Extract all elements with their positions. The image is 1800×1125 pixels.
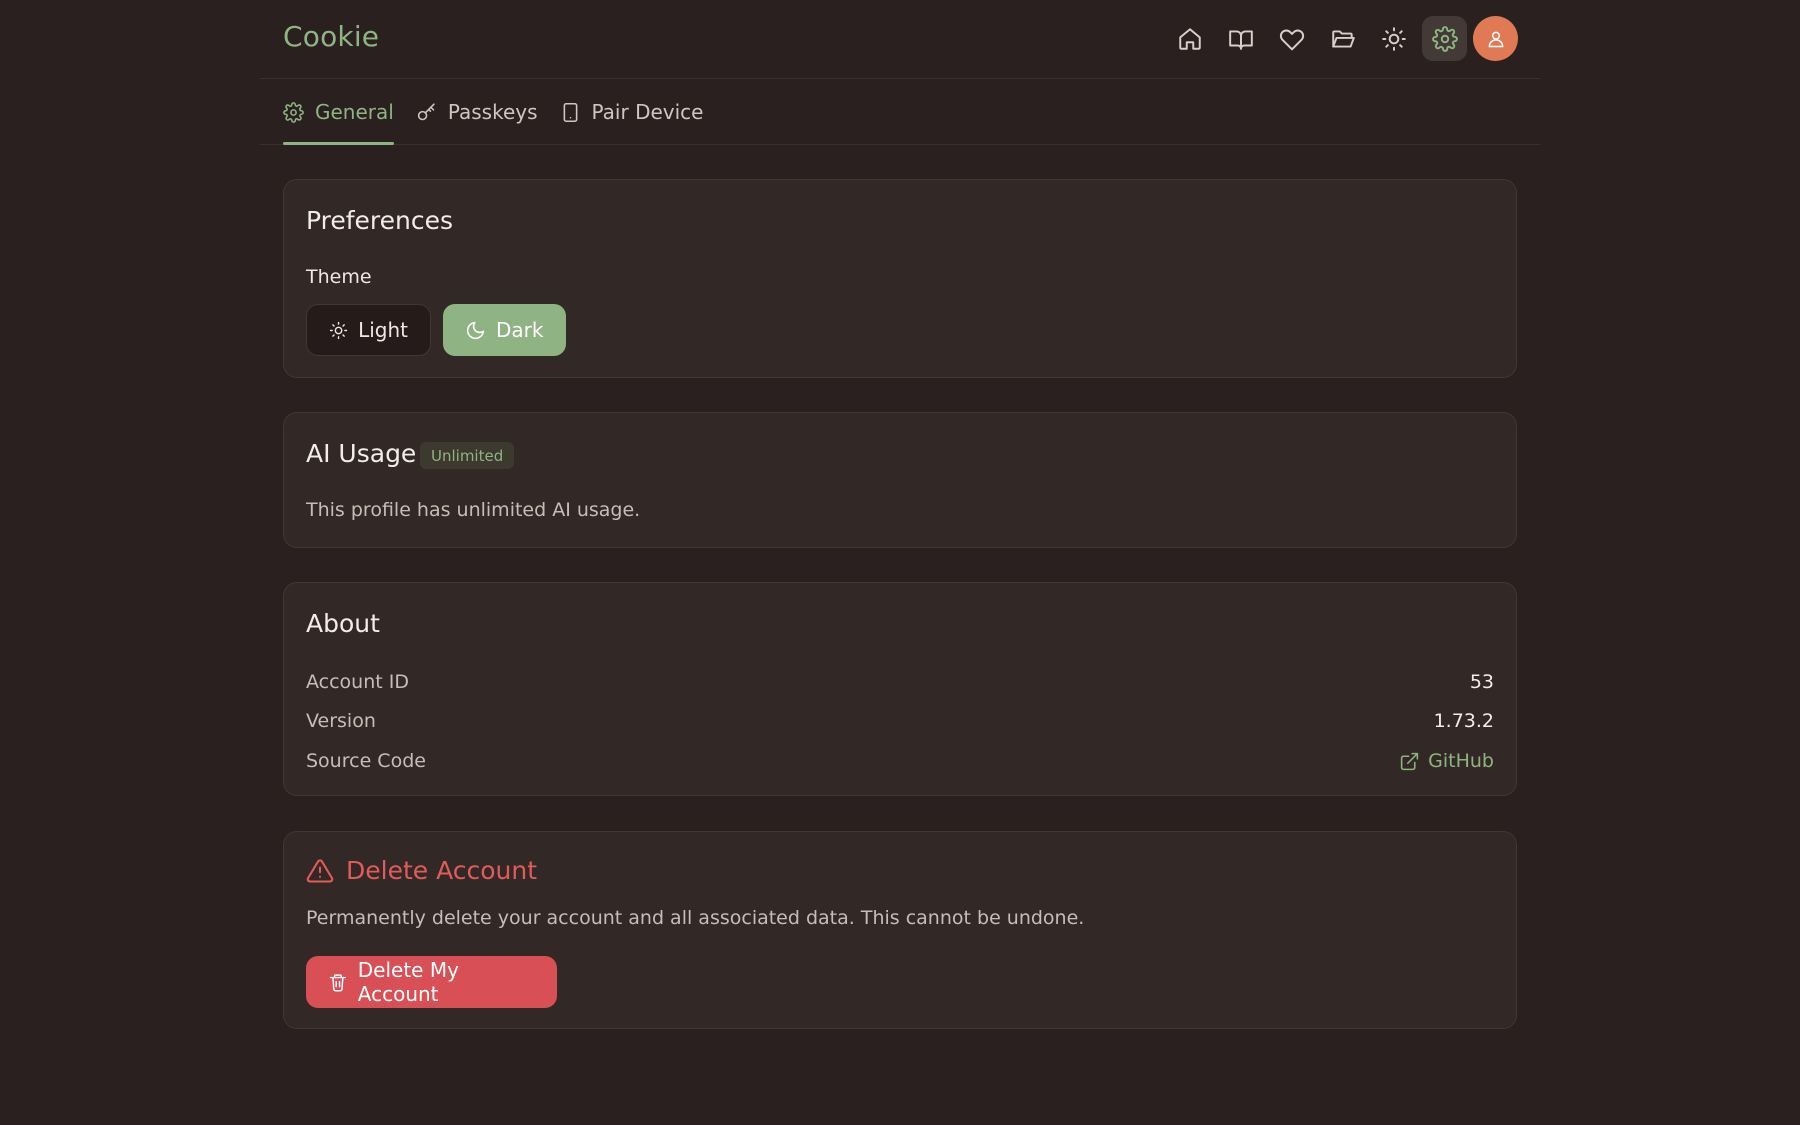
github-link-label: GitHub [1428, 750, 1494, 772]
about-key: Source Code [306, 750, 426, 772]
settings-tabs: General Passkeys Pair Device [260, 80, 1540, 145]
tab-pair-device[interactable]: Pair Device [560, 80, 704, 144]
tab-label: Passkeys [447, 100, 538, 124]
home-button[interactable] [1167, 16, 1212, 61]
sun-icon [329, 321, 348, 339]
about-row-source-code: Source Code GitHub [306, 746, 1494, 776]
book-icon [1228, 29, 1253, 50]
top-bar: Cookie [260, 0, 1540, 79]
sun-icon [1381, 26, 1406, 51]
theme-label: Theme [306, 266, 372, 288]
light-label: Light [358, 318, 408, 342]
about-key: Version [306, 710, 376, 732]
brand-logo[interactable]: Cookie [283, 20, 379, 53]
about-key: Account ID [306, 671, 409, 693]
folder-open-icon [1331, 29, 1355, 48]
delete-account-heading: Delete Account [306, 856, 537, 885]
light-theme-button[interactable]: Light [306, 304, 431, 356]
tab-label: Pair Device [591, 100, 704, 124]
theme-toggle-button[interactable] [1371, 16, 1416, 61]
tab-general[interactable]: General [283, 80, 394, 145]
dark-theme-button[interactable]: Dark [443, 304, 566, 356]
moon-icon [466, 321, 485, 339]
about-value: 1.73.2 [1433, 710, 1494, 732]
github-link[interactable]: GitHub [1399, 750, 1494, 772]
tablet-icon [563, 102, 577, 122]
status-badge: Unlimited [420, 442, 515, 469]
about-title: About [306, 609, 380, 638]
delete-account-title: Delete Account [346, 856, 538, 885]
about-value: 53 [1469, 671, 1494, 693]
delete-account-button[interactable]: Delete My Account [306, 956, 557, 1008]
tab-passkeys[interactable]: Passkeys [416, 80, 538, 144]
heart-icon [1279, 29, 1304, 50]
delete-button-label: Delete My Account [357, 958, 459, 1006]
user-icon [1488, 31, 1503, 47]
favorites-button[interactable] [1269, 16, 1314, 61]
recipes-button[interactable] [1218, 16, 1263, 61]
about-row-account-id: Account ID 53 [306, 667, 1494, 697]
app: Cookie General Passkeys Pair Device Pref… [0, 0, 1800, 1125]
ai-usage-description: This profile has unlimited AI usage. [306, 499, 641, 521]
warning-icon [306, 858, 334, 883]
about-row-version: Version 1.73.2 [306, 706, 1494, 736]
gear-icon [1431, 25, 1458, 52]
external-link-icon [1400, 752, 1419, 770]
profile-avatar-button[interactable] [1473, 16, 1518, 61]
preferences-card: Preferences Theme Light Dark [283, 179, 1517, 378]
tab-label: General [315, 100, 394, 124]
dark-label: Dark [496, 318, 544, 342]
delete-account-description: Permanently delete your account and all … [306, 907, 1085, 929]
settings-button[interactable] [1422, 16, 1467, 61]
collections-button[interactable] [1320, 16, 1365, 61]
delete-account-card: Delete Account Permanently delete your a… [283, 831, 1517, 1029]
gear-icon [283, 101, 304, 123]
nav-icons [1167, 16, 1518, 61]
ai-usage-card: AI Usage Unlimited This profile has unli… [283, 412, 1517, 548]
trash-icon [329, 973, 347, 991]
key-icon [417, 102, 435, 120]
preferences-title: Preferences [306, 206, 454, 235]
about-card: About Account ID 53 Version 1.73.2 Sourc… [283, 582, 1517, 796]
theme-selector: Light Dark [306, 304, 566, 356]
ai-usage-title: AI Usage [306, 439, 417, 468]
home-icon [1178, 27, 1201, 50]
